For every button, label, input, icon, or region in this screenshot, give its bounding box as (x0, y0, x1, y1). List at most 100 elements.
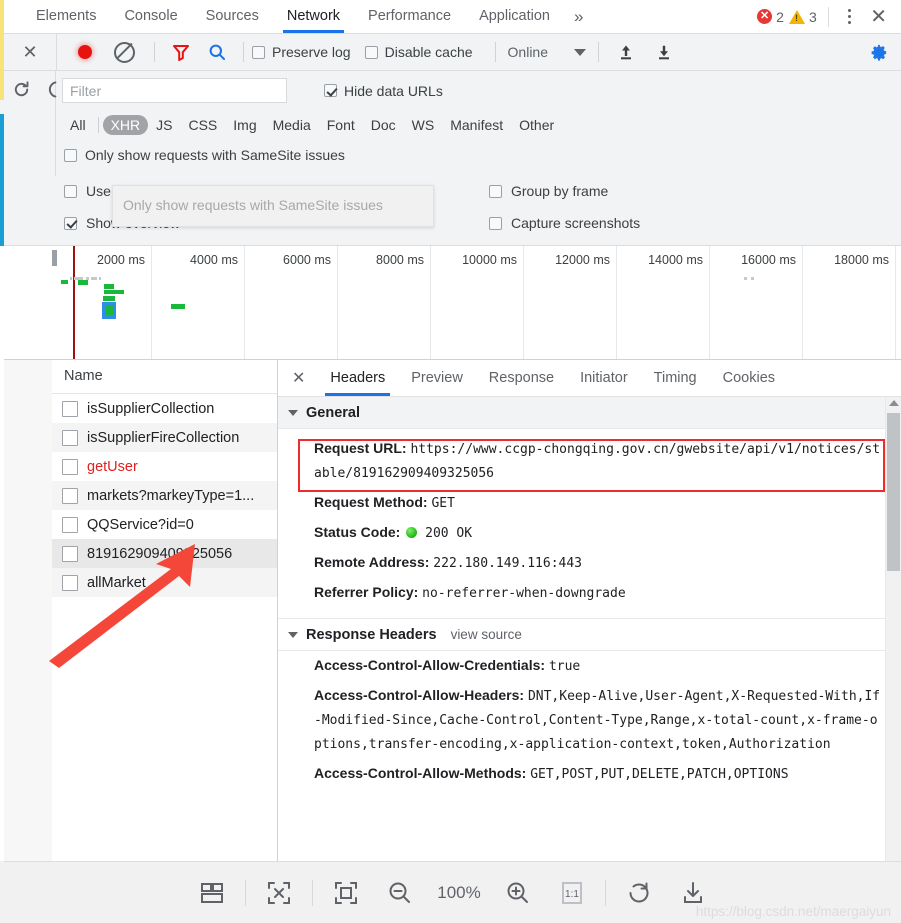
type-filter-doc[interactable]: Doc (363, 115, 404, 135)
overview-scrollbar[interactable] (116, 354, 901, 359)
warning-icon (789, 10, 805, 24)
type-filter-css[interactable]: CSS (180, 115, 225, 135)
more-tabs-icon[interactable]: » (564, 0, 593, 33)
group-by-frame-checkbox[interactable] (489, 185, 502, 198)
type-filter-manifest[interactable]: Manifest (442, 115, 511, 135)
tab-timing[interactable]: Timing (641, 361, 710, 396)
type-filter-ws[interactable]: WS (404, 115, 443, 135)
filter-input[interactable] (62, 78, 287, 103)
table-row[interactable]: getUser (52, 452, 277, 481)
disable-cache-option[interactable]: Disable cache (365, 44, 473, 60)
tab-elements[interactable]: Elements (22, 0, 110, 33)
tab-sources[interactable]: Sources (192, 0, 273, 33)
request-name: isSupplierFireCollection (87, 430, 239, 446)
watermark: https://blog.csdn.net/maergaiyun (696, 904, 891, 919)
preserve-log-checkbox[interactable] (252, 46, 265, 59)
samesite-filter-option[interactable]: Only show requests with SameSite issues (64, 147, 345, 163)
table-row[interactable]: markets?markeyType=1... (52, 481, 277, 510)
row-checkbox[interactable] (62, 488, 78, 504)
download-icon[interactable] (679, 879, 707, 907)
tab-cookies[interactable]: Cookies (710, 361, 788, 396)
fit-selection-icon[interactable] (265, 879, 293, 907)
tab-preview[interactable]: Preview (398, 361, 476, 396)
overview-bar (104, 284, 114, 289)
clear-icon[interactable] (114, 42, 135, 63)
table-row[interactable]: isSupplierFireCollection (52, 423, 277, 452)
tab-headers[interactable]: Headers (317, 361, 398, 396)
close-icon[interactable]: ✕ (22, 42, 37, 63)
show-overview-checkbox[interactable] (64, 217, 77, 230)
disable-cache-checkbox[interactable] (365, 46, 378, 59)
table-row[interactable]: allMarket (52, 568, 277, 597)
capture-screenshots-option[interactable]: Capture screenshots (489, 215, 640, 231)
overview-timeline[interactable]: 2000 ms 4000 ms 6000 ms 8000 ms 10000 ms… (60, 246, 901, 359)
chevron-down-icon[interactable] (288, 632, 298, 638)
overview-bar (99, 277, 101, 280)
row-checkbox[interactable] (62, 401, 78, 417)
chevron-down-icon[interactable] (288, 410, 298, 416)
zoom-level[interactable]: 100% (437, 883, 480, 903)
use-large-rows-checkbox[interactable] (64, 185, 77, 198)
capture-screenshots-checkbox[interactable] (489, 217, 502, 230)
type-filter-font[interactable]: Font (319, 115, 363, 135)
request-list-gutter (4, 360, 53, 861)
overview-load-marker (73, 246, 75, 359)
request-name-column-header[interactable]: Name (52, 360, 277, 394)
scrollbar-thumb[interactable] (887, 413, 900, 571)
general-section-header[interactable]: General (278, 397, 901, 429)
details-scrollbar[interactable] (885, 397, 901, 862)
fit-page-icon[interactable] (332, 879, 360, 907)
type-filter-img[interactable]: Img (225, 115, 264, 135)
close-devtools-icon[interactable]: ✕ (864, 7, 893, 27)
type-filter-js[interactable]: JS (148, 115, 180, 135)
row-checkbox[interactable] (62, 459, 78, 475)
view-source-link[interactable]: view source (451, 627, 522, 642)
table-row[interactable]: QQService?id=0 (52, 510, 277, 539)
tab-console[interactable]: Console (110, 0, 191, 33)
reload-icon[interactable] (12, 80, 31, 99)
tab-performance[interactable]: Performance (354, 0, 465, 33)
row-checkbox[interactable] (62, 546, 78, 562)
tab-response[interactable]: Response (476, 361, 567, 396)
throttling-select[interactable]: Online (508, 44, 586, 60)
record-icon[interactable] (78, 45, 92, 59)
tab-network[interactable]: Network (273, 0, 354, 33)
hide-data-urls-option[interactable]: Hide data URLs (324, 83, 443, 99)
network-overview[interactable]: 2000 ms 4000 ms 6000 ms 8000 ms 10000 ms… (4, 246, 901, 360)
actual-size-icon[interactable]: 1:1 (558, 879, 586, 907)
error-badge[interactable]: ✕ 2 (757, 9, 784, 25)
warning-badge[interactable]: 3 (789, 9, 817, 25)
overview-bar (744, 277, 747, 280)
type-filter-media[interactable]: Media (265, 115, 319, 135)
close-details-icon[interactable]: ✕ (278, 368, 317, 388)
import-har-icon[interactable] (617, 43, 635, 61)
overview-grip[interactable] (52, 250, 57, 266)
search-icon[interactable] (208, 43, 226, 61)
response-headers-section-header[interactable]: Response Headers view source (278, 618, 901, 651)
row-checkbox[interactable] (62, 517, 78, 533)
tab-initiator[interactable]: Initiator (567, 361, 641, 396)
more-options-icon[interactable] (840, 9, 860, 25)
tab-application[interactable]: Application (465, 0, 564, 33)
export-har-icon[interactable] (655, 43, 673, 61)
scroll-up-icon[interactable] (889, 400, 899, 406)
devtools-tab-bar: Elements Console Sources Network Perform… (4, 0, 901, 34)
gear-icon[interactable] (870, 43, 889, 62)
table-row[interactable]: isSupplierCollection (52, 394, 277, 423)
type-filter-all[interactable]: All (62, 115, 94, 135)
zoom-out-icon[interactable] (386, 879, 414, 907)
row-checkbox[interactable] (62, 575, 78, 591)
rotate-icon[interactable] (625, 879, 653, 907)
layout-icon[interactable] (198, 879, 226, 907)
zoom-in-icon[interactable] (504, 879, 532, 907)
group-by-frame-option[interactable]: Group by frame (489, 183, 608, 199)
table-row-selected[interactable]: 819162909409325056 (52, 539, 277, 568)
preserve-log-option[interactable]: Preserve log (252, 44, 351, 60)
row-checkbox[interactable] (62, 430, 78, 446)
type-filter-other[interactable]: Other (511, 115, 562, 135)
samesite-filter-checkbox[interactable] (64, 149, 77, 162)
general-section-title: General (306, 405, 360, 421)
filter-funnel-icon[interactable] (172, 43, 190, 61)
type-filter-xhr[interactable]: XHR (103, 115, 149, 135)
hide-data-urls-checkbox[interactable] (324, 84, 337, 97)
